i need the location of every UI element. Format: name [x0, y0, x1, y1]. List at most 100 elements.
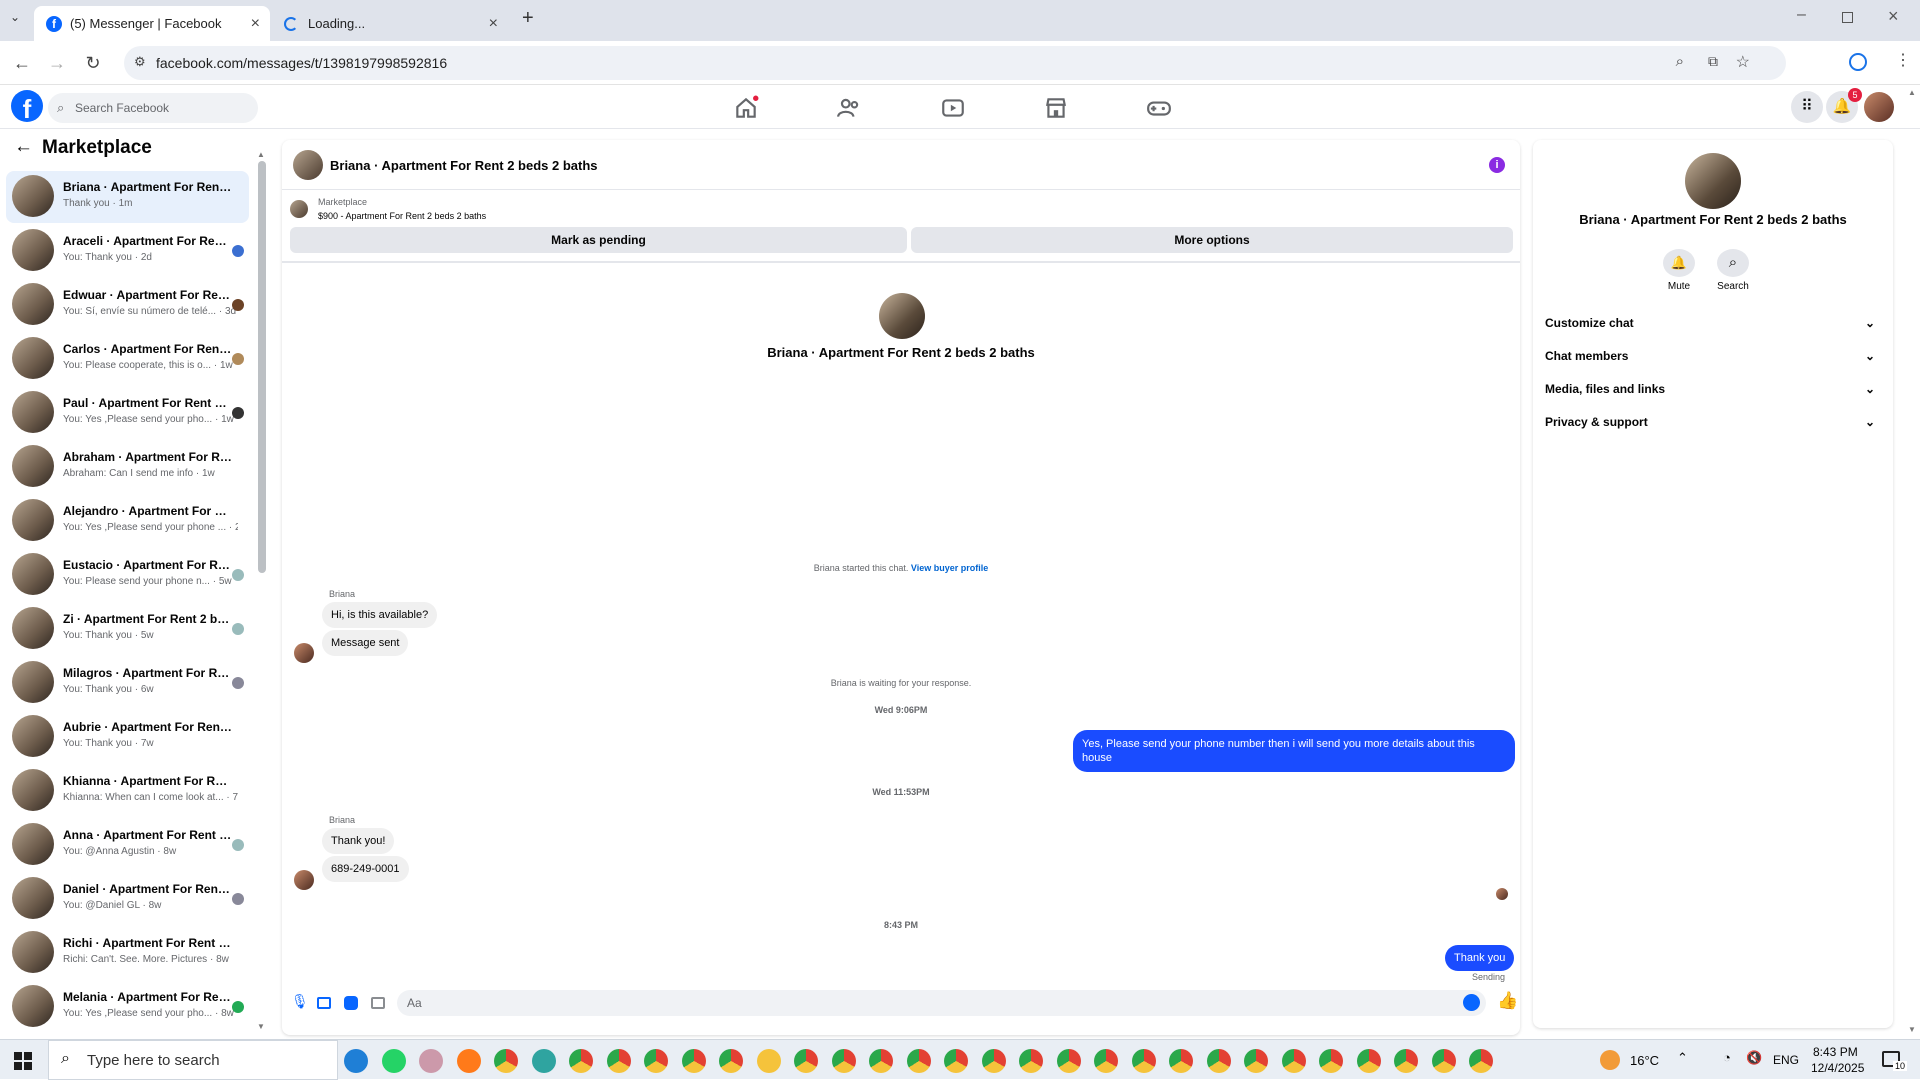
chrome-app-icon[interactable] [1394, 1049, 1418, 1073]
microphone-icon[interactable]: 🎙 [291, 993, 309, 1010]
bookmark-star-icon[interactable]: ☆ [1736, 52, 1750, 72]
sticker-icon[interactable] [344, 996, 358, 1010]
more-options-button[interactable]: More options [911, 227, 1513, 253]
reload-icon[interactable]: ↻ [82, 52, 104, 74]
conversation-item[interactable]: Eustacio · Apartment For Ren... You: Plea… [6, 549, 249, 601]
firefox-app-icon[interactable] [456, 1049, 481, 1073]
conversation-item[interactable]: Zi · Apartment For Rent 2 be... You: Than… [6, 603, 249, 655]
gaming-icon[interactable] [1146, 95, 1172, 121]
chrome-app-icon[interactable] [419, 1049, 443, 1073]
sender-avatar[interactable] [294, 870, 314, 890]
chrome-app-icon[interactable] [1019, 1049, 1043, 1073]
close-tab-icon[interactable]: × [489, 15, 498, 33]
like-thumb-icon[interactable]: 👍 [1497, 991, 1518, 1011]
chrome-app-icon[interactable] [644, 1049, 668, 1073]
restore-icon[interactable] [1842, 12, 1853, 23]
message-bubble-sent[interactable]: Thank you [1445, 945, 1515, 971]
message-bubble[interactable]: Message sent [322, 630, 409, 656]
chrome-app-icon[interactable] [1131, 1049, 1156, 1073]
conversation-item[interactable]: Melania · Apartment For Ren... You: Yes ,… [6, 981, 249, 1033]
friends-icon[interactable] [836, 95, 862, 121]
tab-loading[interactable]: Loading... × [272, 6, 508, 41]
url-box[interactable]: ⚙ facebook.com/messages/t/13981979985928… [124, 46, 1786, 80]
page-scroll-up-icon[interactable]: ▲ [1908, 88, 1916, 97]
back-arrow-icon[interactable]: ← [14, 136, 33, 158]
chat-info-icon[interactable]: i [1489, 157, 1505, 173]
minimize-icon[interactable]: – [1797, 6, 1806, 24]
conversation-item[interactable]: Abraham · Apartment For Rent ... Abraham:… [6, 441, 249, 493]
message-bubble[interactable]: Thank you! [322, 828, 395, 854]
info-avatar[interactable] [1685, 153, 1741, 209]
scroll-up-icon[interactable]: ▲ [257, 150, 265, 159]
emoji-icon[interactable] [1463, 994, 1480, 1011]
tray-expand-icon[interactable]: ⌃ [1677, 1050, 1688, 1066]
volume-icon[interactable]: 🔇 [1746, 1050, 1762, 1066]
account-avatar[interactable] [1864, 92, 1894, 122]
taskbar-search-box[interactable]: ⌕ Type here to search [48, 1040, 338, 1080]
chrome-app-icon[interactable] [831, 1049, 856, 1073]
forward-icon[interactable]: → [46, 52, 68, 74]
conversation-item[interactable]: Aubrie · Apartment For Rent 2 ... You: Th… [6, 711, 249, 763]
chrome-app-icon[interactable] [1431, 1049, 1456, 1073]
menu-grid-icon[interactable]: ⠿ [1791, 91, 1823, 123]
conversation-item[interactable]: Carlos · Apartment For Rent ... You: Plea… [6, 333, 249, 385]
chrome-app-icon[interactable] [531, 1049, 556, 1073]
page-scroll-down-icon[interactable]: ▼ [1908, 1025, 1916, 1034]
chrome-app-icon[interactable] [1094, 1049, 1118, 1073]
chat-header-title[interactable]: Briana · Apartment For Rent 2 beds 2 bat… [330, 158, 598, 173]
message-bubble[interactable]: Hi, is this available? [322, 602, 438, 628]
network-icon[interactable]: ◔ [1723, 1050, 1731, 1065]
conversation-item[interactable]: Daniel · Apartment For Rent ... You: @Dan… [6, 873, 249, 925]
chrome-app-icon[interactable] [1469, 1049, 1493, 1073]
conversation-item[interactable]: Araceli · Apartment For Rent ... You: Tha… [6, 225, 249, 277]
media-files-links-row[interactable]: Media, files and links ⌄ [1545, 373, 1885, 406]
new-tab-icon[interactable]: + [522, 7, 534, 30]
chrome-app-icon[interactable] [1206, 1049, 1231, 1073]
conversation-item[interactable]: Briana · Apartment For Rent 2 b... Thank … [6, 171, 249, 223]
privacy-support-row[interactable]: Privacy & support ⌄ [1545, 406, 1885, 439]
facebook-logo[interactable]: f [11, 90, 43, 122]
home-icon[interactable] [733, 95, 759, 121]
url-text[interactable]: facebook.com/messages/t/1398197998592816 [156, 55, 447, 71]
list-scrollbar[interactable] [258, 161, 266, 573]
chrome-app-icon[interactable] [1356, 1049, 1381, 1073]
photo-icon[interactable] [317, 997, 331, 1009]
install-app-icon[interactable]: ⧉ [1708, 53, 1718, 70]
chrome-app-icon[interactable] [681, 1049, 706, 1073]
close-tab-icon[interactable]: × [251, 15, 260, 33]
chrome-app-icon[interactable] [794, 1049, 818, 1073]
listing-thumbnail[interactable] [290, 200, 308, 218]
chrome-app-icon[interactable] [1281, 1049, 1306, 1073]
listing-title[interactable]: $900 - Apartment For Rent 2 beds 2 baths [318, 211, 486, 221]
message-bubble-sent[interactable]: Yes, Please send your phone number then … [1073, 730, 1515, 772]
conversation-item[interactable]: Paul · Apartment For Rent 2 ... You: Yes … [6, 387, 249, 439]
chat-members-row[interactable]: Chat members ⌄ [1545, 340, 1885, 373]
scroll-down-icon[interactable]: ▼ [257, 1022, 265, 1031]
mark-as-pending-button[interactable]: Mark as pending [290, 227, 907, 253]
conversation-item[interactable]: Richi · Apartment For Rent 2 be... Richi:… [6, 927, 249, 979]
chrome-app-icon[interactable] [719, 1049, 743, 1073]
conversation-item[interactable]: Anna · Apartment For Rent 2 ... You: @Ann… [6, 819, 249, 871]
clock-date[interactable]: 12/4/2025 [1811, 1061, 1864, 1075]
chat-header-avatar[interactable] [293, 150, 323, 180]
conversation-item[interactable]: Alejandro · Apartment For Rent... You: Ye… [6, 495, 249, 547]
sender-avatar[interactable] [294, 643, 314, 663]
message-input[interactable]: Aa [397, 990, 1486, 1016]
chrome-app-icon[interactable] [1244, 1049, 1268, 1073]
tab-messenger[interactable]: f (5) Messenger | Facebook × [34, 6, 270, 41]
chrome-app-icon[interactable] [906, 1049, 931, 1073]
message-bubble[interactable]: 689-249-0001 [322, 856, 409, 882]
zoom-icon[interactable]: ⌕ [1676, 53, 1684, 70]
chrome-app-icon[interactable] [869, 1049, 893, 1073]
search-conversation-button[interactable]: ⌕ [1717, 249, 1749, 277]
site-info-icon[interactable]: ⚙ [134, 54, 146, 70]
tab-list-chevron-icon[interactable]: ⌄ [10, 10, 20, 24]
chrome-app-icon[interactable] [494, 1049, 518, 1073]
chrome-app-icon[interactable] [569, 1049, 593, 1073]
chrome-app-icon[interactable] [1319, 1049, 1343, 1073]
mute-button[interactable]: 🔔 [1663, 249, 1695, 277]
chrome-app-icon[interactable] [1169, 1049, 1193, 1073]
gif-icon[interactable] [371, 997, 385, 1009]
file-explorer-icon[interactable] [756, 1049, 781, 1073]
chrome-app-icon[interactable] [606, 1049, 631, 1073]
